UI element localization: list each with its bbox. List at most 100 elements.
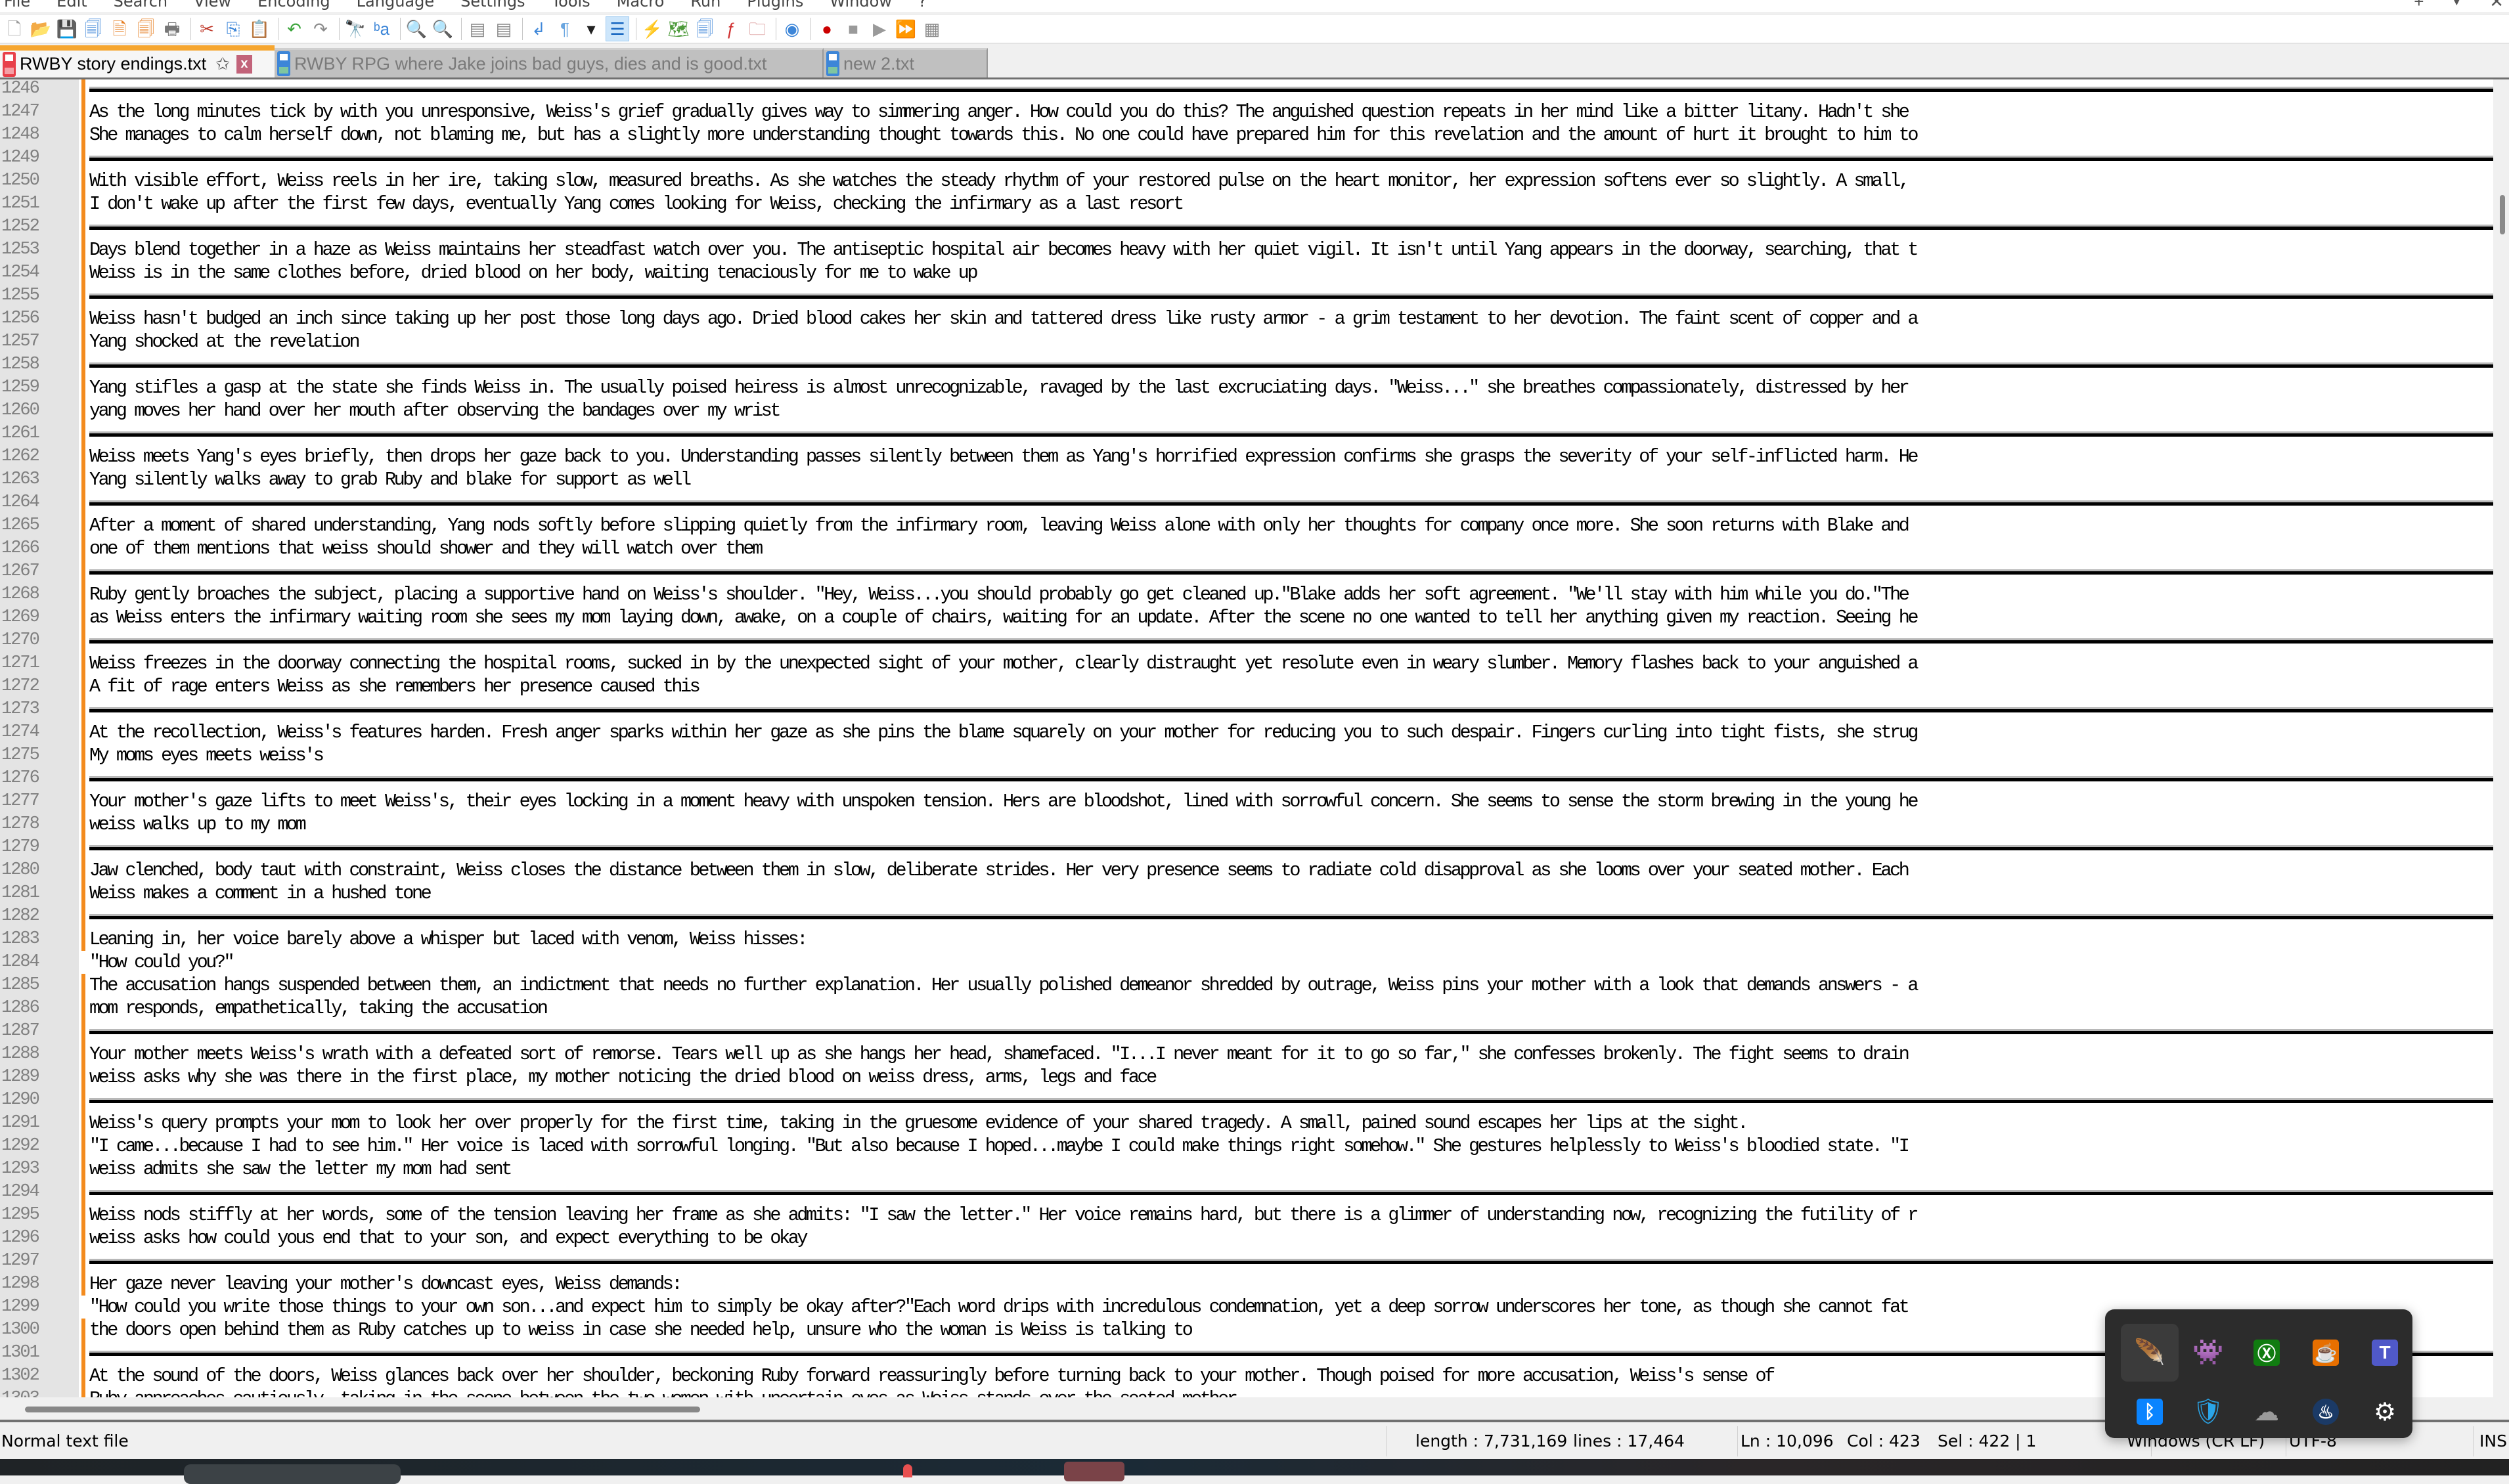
editor-line[interactable]: 1279: [0, 836, 2493, 859]
text-editor[interactable]: 1246 1247 As the long minutes tick by with…: [0, 79, 2509, 1397]
menu-window[interactable]: Window: [816, 0, 905, 11]
editor-line[interactable]: 1262 Weiss meets Yang's eyes briefly, the…: [0, 445, 2493, 468]
menu-view[interactable]: View: [181, 0, 244, 11]
function-list-icon[interactable]: ƒ: [719, 16, 743, 41]
editor-line[interactable]: 1255: [0, 284, 2493, 307]
tray-quill-app-icon[interactable]: 🪶: [2121, 1324, 2179, 1382]
horizontal-scroll-thumb[interactable]: [25, 1407, 700, 1412]
macro-stop-icon[interactable]: ■: [841, 16, 865, 41]
more-dropdown-icon[interactable]: ▾: [579, 16, 603, 41]
editor-line[interactable]: 1280 Jaw clenched, body taut with constra…: [0, 859, 2493, 882]
pin-icon[interactable]: ✩: [215, 54, 230, 74]
editor-line[interactable]: 1269 as Weiss enters the infirmary waitin…: [0, 606, 2493, 629]
menu-tools[interactable]: Tools: [539, 0, 604, 11]
editor-line[interactable]: 1296 weiss asks how could yous end that t…: [0, 1227, 2493, 1250]
editor-line[interactable]: 1293 weiss admits she saw the letter my m…: [0, 1158, 2493, 1181]
close-document-icon[interactable]: ✕: [2489, 0, 2504, 12]
editor-line[interactable]: 1254 Weiss is in the same clothes before,…: [0, 261, 2493, 284]
cut-icon[interactable]: ✂: [195, 16, 219, 41]
insert-mode[interactable]: INS: [2479, 1422, 2507, 1459]
editor-line[interactable]: 1290: [0, 1089, 2493, 1112]
print-icon[interactable]: 🖶: [160, 16, 184, 41]
close-tab-icon[interactable]: x: [236, 55, 252, 74]
editor-line[interactable]: 1267: [0, 560, 2493, 583]
replace-icon[interactable]: ᵇa: [370, 16, 393, 41]
editor-line[interactable]: 1289 weiss asks why she was there in the …: [0, 1066, 2493, 1089]
macro-run-multiple-icon[interactable]: ⏩: [894, 16, 918, 41]
editor-line[interactable]: 1295 Weiss nods stiffly at her words, som…: [0, 1204, 2493, 1227]
close-all-icon[interactable]: 🗐: [134, 16, 158, 41]
tray-steam-icon[interactable]: ♨: [2297, 1383, 2355, 1441]
monitoring-icon[interactable]: ◉: [780, 16, 804, 41]
copy-icon[interactable]: ⎘: [221, 16, 245, 41]
menu-run[interactable]: Run: [677, 0, 734, 11]
editor-line[interactable]: 1297: [0, 1250, 2493, 1273]
macro-record-icon[interactable]: ●: [815, 16, 839, 41]
save-all-icon[interactable]: 🗐: [81, 16, 105, 41]
tab-new-2[interactable]: new 2.txt: [824, 48, 988, 77]
editor-line[interactable]: 1266 one of them mentions that weiss shou…: [0, 537, 2493, 560]
doc-list-icon[interactable]: 🗐: [693, 16, 717, 41]
menu-file[interactable]: File: [0, 0, 43, 11]
macro-save-icon[interactable]: ▦: [920, 16, 944, 41]
new-tab-icon[interactable]: +: [2414, 0, 2424, 12]
menu-help[interactable]: ?: [905, 0, 940, 11]
editor-line[interactable]: 1298 Her gaze never leaving your mother's…: [0, 1273, 2493, 1296]
editor-line[interactable]: 1248 She manages to calm herself down, no…: [0, 123, 2493, 146]
editor-line[interactable]: 1287: [0, 1020, 2493, 1043]
editor-line[interactable]: 1284 "How could you?": [0, 951, 2493, 974]
tray-onedrive-paused-icon[interactable]: ☁: [2238, 1383, 2296, 1441]
editor-line[interactable]: 1291 Weiss's query prompts your mom to lo…: [0, 1112, 2493, 1135]
editor-line[interactable]: 1249: [0, 146, 2493, 169]
editor-line[interactable]: 1273: [0, 698, 2493, 721]
undo-icon[interactable]: ↶: [282, 16, 306, 41]
save-icon[interactable]: 💾: [55, 16, 79, 41]
tab-rwby-rpg[interactable]: RWBY RPG where Jake joins bad guys, dies…: [275, 48, 824, 77]
tray-windows-security-warning-icon[interactable]: 🛡: [2179, 1383, 2237, 1441]
menu-plugins[interactable]: Plugins: [734, 0, 816, 11]
editor-line[interactable]: 1285 The accusation hangs suspended betwe…: [0, 974, 2493, 997]
editor-line[interactable]: 1264: [0, 491, 2493, 514]
show-all-chars-icon[interactable]: ¶: [553, 16, 577, 41]
menu-edit[interactable]: Edit: [43, 0, 100, 11]
editor-line[interactable]: 1275 My moms eyes meets weiss's: [0, 744, 2493, 767]
editor-line[interactable]: 1272 A fit of rage enters Weiss as she re…: [0, 675, 2493, 698]
taskbar-app-icon[interactable]: [903, 1464, 912, 1477]
sync-horizontal-icon[interactable]: ▤: [492, 16, 516, 41]
menu-search[interactable]: Search: [100, 0, 181, 11]
paste-icon[interactable]: 📋: [248, 16, 271, 41]
sync-vertical-icon[interactable]: ▤: [466, 16, 489, 41]
tray-teams-icon[interactable]: T: [2356, 1324, 2414, 1382]
doc-map-icon[interactable]: 🗺: [667, 16, 690, 41]
udl-icon[interactable]: ⚡: [640, 16, 664, 41]
editor-line[interactable]: 1251 I don't wake up after the first few …: [0, 192, 2493, 215]
vertical-scroll-thumb[interactable]: [2500, 195, 2505, 234]
editor-line[interactable]: 1271 Weiss freezes in the doorway connect…: [0, 652, 2493, 675]
taskbar-app-icon[interactable]: [1064, 1462, 1124, 1481]
open-file-icon[interactable]: 📂: [29, 16, 53, 41]
editor-line[interactable]: 1268 Ruby gently broaches the subject, pl…: [0, 583, 2493, 606]
editor-line[interactable]: 1281 Weiss makes a comment in a hushed to…: [0, 882, 2493, 905]
menu-settings[interactable]: Settings: [447, 0, 538, 11]
tab-rwby-story-endings[interactable]: RWBY story endings.txt ✩ x: [0, 45, 275, 77]
editor-line[interactable]: 1252: [0, 215, 2493, 238]
editor-line[interactable]: 1278 weiss walks up to my mom: [0, 813, 2493, 836]
editor-line[interactable]: 1265 After a moment of shared understandi…: [0, 514, 2493, 537]
taskbar-search[interactable]: [184, 1464, 401, 1484]
tray-bluetooth-icon[interactable]: ᛒ: [2121, 1383, 2179, 1441]
editor-line[interactable]: 1274 At the recollection, Weiss's feature…: [0, 721, 2493, 744]
editor-line[interactable]: 1260 yang moves her hand over her mouth a…: [0, 399, 2493, 422]
editor-line[interactable]: 1292 "I came...because I had to see him."…: [0, 1135, 2493, 1158]
menu-encoding[interactable]: Encoding: [244, 0, 344, 11]
editor-line[interactable]: 1247 As the long minutes tick by with you…: [0, 100, 2493, 123]
new-file-icon[interactable]: 🗋: [3, 16, 26, 41]
editor-line[interactable]: 1256 Weiss hasn't budged an inch since ta…: [0, 307, 2493, 330]
tray-settings-app-icon[interactable]: ⚙: [2356, 1383, 2414, 1441]
find-icon[interactable]: 🔭: [344, 16, 367, 41]
folder-workspace-icon[interactable]: 🗀: [745, 16, 769, 41]
editor-line[interactable]: 1288 Your mother meets Weiss's wrath with…: [0, 1043, 2493, 1066]
editor-line[interactable]: 1257 Yang shocked at the revelation: [0, 330, 2493, 353]
close-icon[interactable]: 🗎: [108, 16, 131, 41]
vertical-scrollbar[interactable]: [2493, 79, 2509, 1397]
macro-play-icon[interactable]: ▶: [868, 16, 891, 41]
